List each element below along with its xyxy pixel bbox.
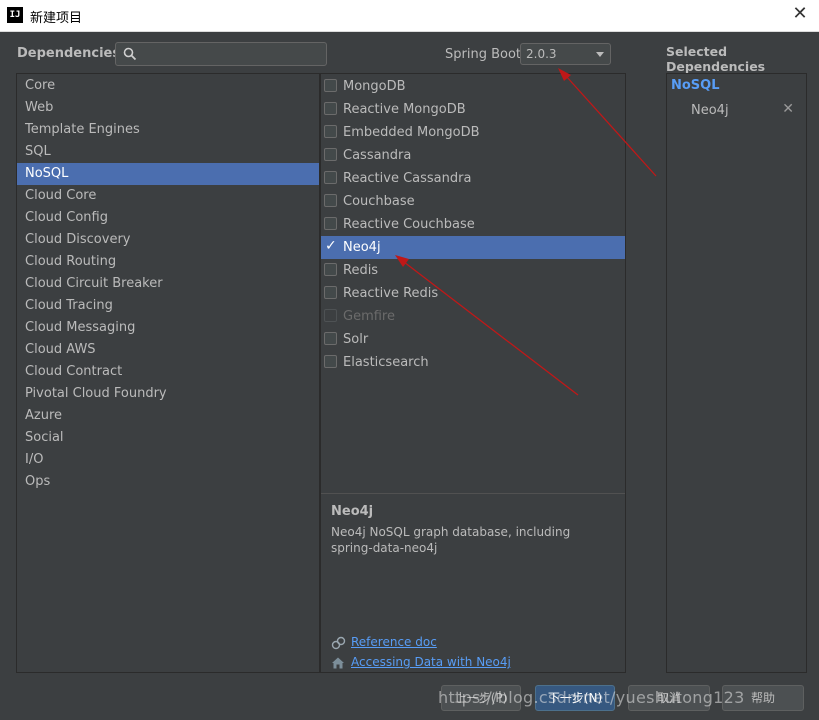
dependency-label: Cassandra bbox=[343, 148, 412, 163]
dependency-checkbox[interactable] bbox=[324, 263, 337, 276]
category-item[interactable]: Cloud AWS bbox=[17, 339, 319, 361]
dependency-label: Solr bbox=[343, 332, 369, 347]
dependency-item[interactable]: Reactive Cassandra bbox=[321, 167, 625, 190]
dependency-label: MongoDB bbox=[343, 79, 406, 94]
dependency-label: Couchbase bbox=[343, 194, 415, 209]
remove-icon[interactable]: ✕ bbox=[782, 101, 794, 117]
category-item[interactable]: NoSQL bbox=[17, 163, 319, 185]
category-item[interactable]: Cloud Core bbox=[17, 185, 319, 207]
spring-boot-version-value: 2.0.3 bbox=[526, 47, 557, 61]
detail-title: Neo4j bbox=[331, 504, 374, 519]
dependency-item[interactable]: Cassandra bbox=[321, 144, 625, 167]
search-input[interactable] bbox=[142, 45, 326, 65]
dependency-item[interactable]: Couchbase bbox=[321, 190, 625, 213]
dependency-checkbox[interactable] bbox=[324, 102, 337, 115]
dependencies-label: Dependencies bbox=[17, 46, 121, 61]
dependency-item[interactable]: Reactive Couchbase bbox=[321, 213, 625, 236]
category-item[interactable]: Template Engines bbox=[17, 119, 319, 141]
dependency-checkbox[interactable]: ✓ bbox=[324, 238, 337, 254]
category-item[interactable]: Social bbox=[17, 427, 319, 449]
close-icon[interactable]: ✕ bbox=[789, 3, 811, 25]
selected-group-label: NoSQL bbox=[671, 78, 720, 93]
dependency-label: Redis bbox=[343, 263, 379, 278]
category-item[interactable]: Cloud Tracing bbox=[17, 295, 319, 317]
guide-link[interactable]: Accessing Data with Neo4j bbox=[351, 655, 511, 669]
guide-home-icon bbox=[332, 657, 344, 669]
selected-dependencies-label: Selected Dependencies bbox=[666, 44, 766, 74]
category-item[interactable]: Web bbox=[17, 97, 319, 119]
category-item[interactable]: Ops bbox=[17, 471, 319, 493]
help-button[interactable]: 帮助 bbox=[722, 685, 804, 711]
dependency-checkbox[interactable] bbox=[324, 217, 337, 230]
dependency-detail: Neo4j Neo4j NoSQL graph database, includ… bbox=[321, 493, 625, 672]
chevron-down-icon bbox=[596, 52, 604, 57]
reference-doc-link[interactable]: Reference doc bbox=[351, 635, 437, 649]
category-item[interactable]: Pivotal Cloud Foundry bbox=[17, 383, 319, 405]
dependency-item[interactable]: Reactive Redis bbox=[321, 282, 625, 305]
title-bar: IJ 新建项目 ✕ bbox=[0, 0, 819, 32]
dependency-item[interactable]: Solr bbox=[321, 328, 625, 351]
dependency-item[interactable]: Reactive MongoDB bbox=[321, 98, 625, 121]
dependency-item[interactable]: ✓ Neo4j bbox=[321, 236, 625, 259]
category-item[interactable]: Cloud Contract bbox=[17, 361, 319, 383]
search-field[interactable] bbox=[115, 42, 327, 66]
category-item[interactable]: Cloud Circuit Breaker bbox=[17, 273, 319, 295]
dependency-label: Reactive Redis bbox=[343, 286, 439, 301]
dependency-item[interactable]: Elasticsearch bbox=[321, 351, 625, 374]
detail-description: Neo4j NoSQL graph database, including sp… bbox=[331, 525, 571, 555]
category-item[interactable]: Azure bbox=[17, 405, 319, 427]
dependency-checkbox[interactable] bbox=[324, 125, 337, 138]
category-item[interactable]: Cloud Routing bbox=[17, 251, 319, 273]
dependency-item: Gemfire bbox=[321, 305, 625, 328]
dependency-checkbox[interactable] bbox=[324, 332, 337, 345]
dependency-item[interactable]: MongoDB bbox=[321, 75, 625, 98]
category-list: Core Web Template Engines SQL NoSQL Cloud Cor… bbox=[16, 73, 320, 673]
dependency-checkbox bbox=[324, 309, 337, 322]
dependency-panel: MongoDB Reactive MongoDB Embedded MongoDB C… bbox=[320, 73, 626, 673]
category-item[interactable]: Cloud Messaging bbox=[17, 317, 319, 339]
dependency-checkbox[interactable] bbox=[324, 355, 337, 368]
spring-boot-label: Spring Boot bbox=[445, 47, 522, 62]
previous-button[interactable]: 上一步(P) bbox=[441, 685, 521, 711]
dependency-label: Reactive MongoDB bbox=[343, 102, 466, 117]
dependency-checkbox[interactable] bbox=[324, 194, 337, 207]
category-item[interactable]: I/O bbox=[17, 449, 319, 471]
dependency-label: Reactive Couchbase bbox=[343, 217, 475, 232]
dependency-list: MongoDB Reactive MongoDB Embedded MongoDB C… bbox=[321, 74, 625, 494]
dependency-item[interactable]: Redis bbox=[321, 259, 625, 282]
category-item[interactable]: Cloud Discovery bbox=[17, 229, 319, 251]
checkmark-icon: ✓ bbox=[325, 238, 337, 254]
search-icon bbox=[123, 47, 137, 61]
dependency-label: Reactive Cassandra bbox=[343, 171, 472, 186]
dependency-checkbox[interactable] bbox=[324, 286, 337, 299]
category-item[interactable]: Core bbox=[17, 75, 319, 97]
selected-dependencies-panel: NoSQL Neo4j ✕ bbox=[666, 73, 807, 673]
dependency-label: Elasticsearch bbox=[343, 355, 429, 370]
dependency-label: Gemfire bbox=[343, 309, 395, 324]
category-item[interactable]: Cloud Config bbox=[17, 207, 319, 229]
selected-dependency-item: Neo4j bbox=[691, 103, 729, 118]
dependency-label: Neo4j bbox=[343, 240, 381, 255]
intellij-app-icon: IJ bbox=[7, 7, 23, 23]
reference-doc-icon bbox=[331, 636, 346, 650]
dependency-item[interactable]: Embedded MongoDB bbox=[321, 121, 625, 144]
dependency-checkbox[interactable] bbox=[324, 148, 337, 161]
dependency-checkbox[interactable] bbox=[324, 79, 337, 92]
dependency-label: Embedded MongoDB bbox=[343, 125, 480, 140]
dependency-checkbox[interactable] bbox=[324, 171, 337, 184]
category-item[interactable]: SQL bbox=[17, 141, 319, 163]
cancel-button[interactable]: 取消 bbox=[628, 685, 710, 711]
next-button[interactable]: 下一步(N) bbox=[535, 685, 615, 711]
spring-boot-version-select[interactable]: 2.0.3 bbox=[520, 43, 611, 65]
window-title: 新建项目 bbox=[30, 11, 83, 26]
